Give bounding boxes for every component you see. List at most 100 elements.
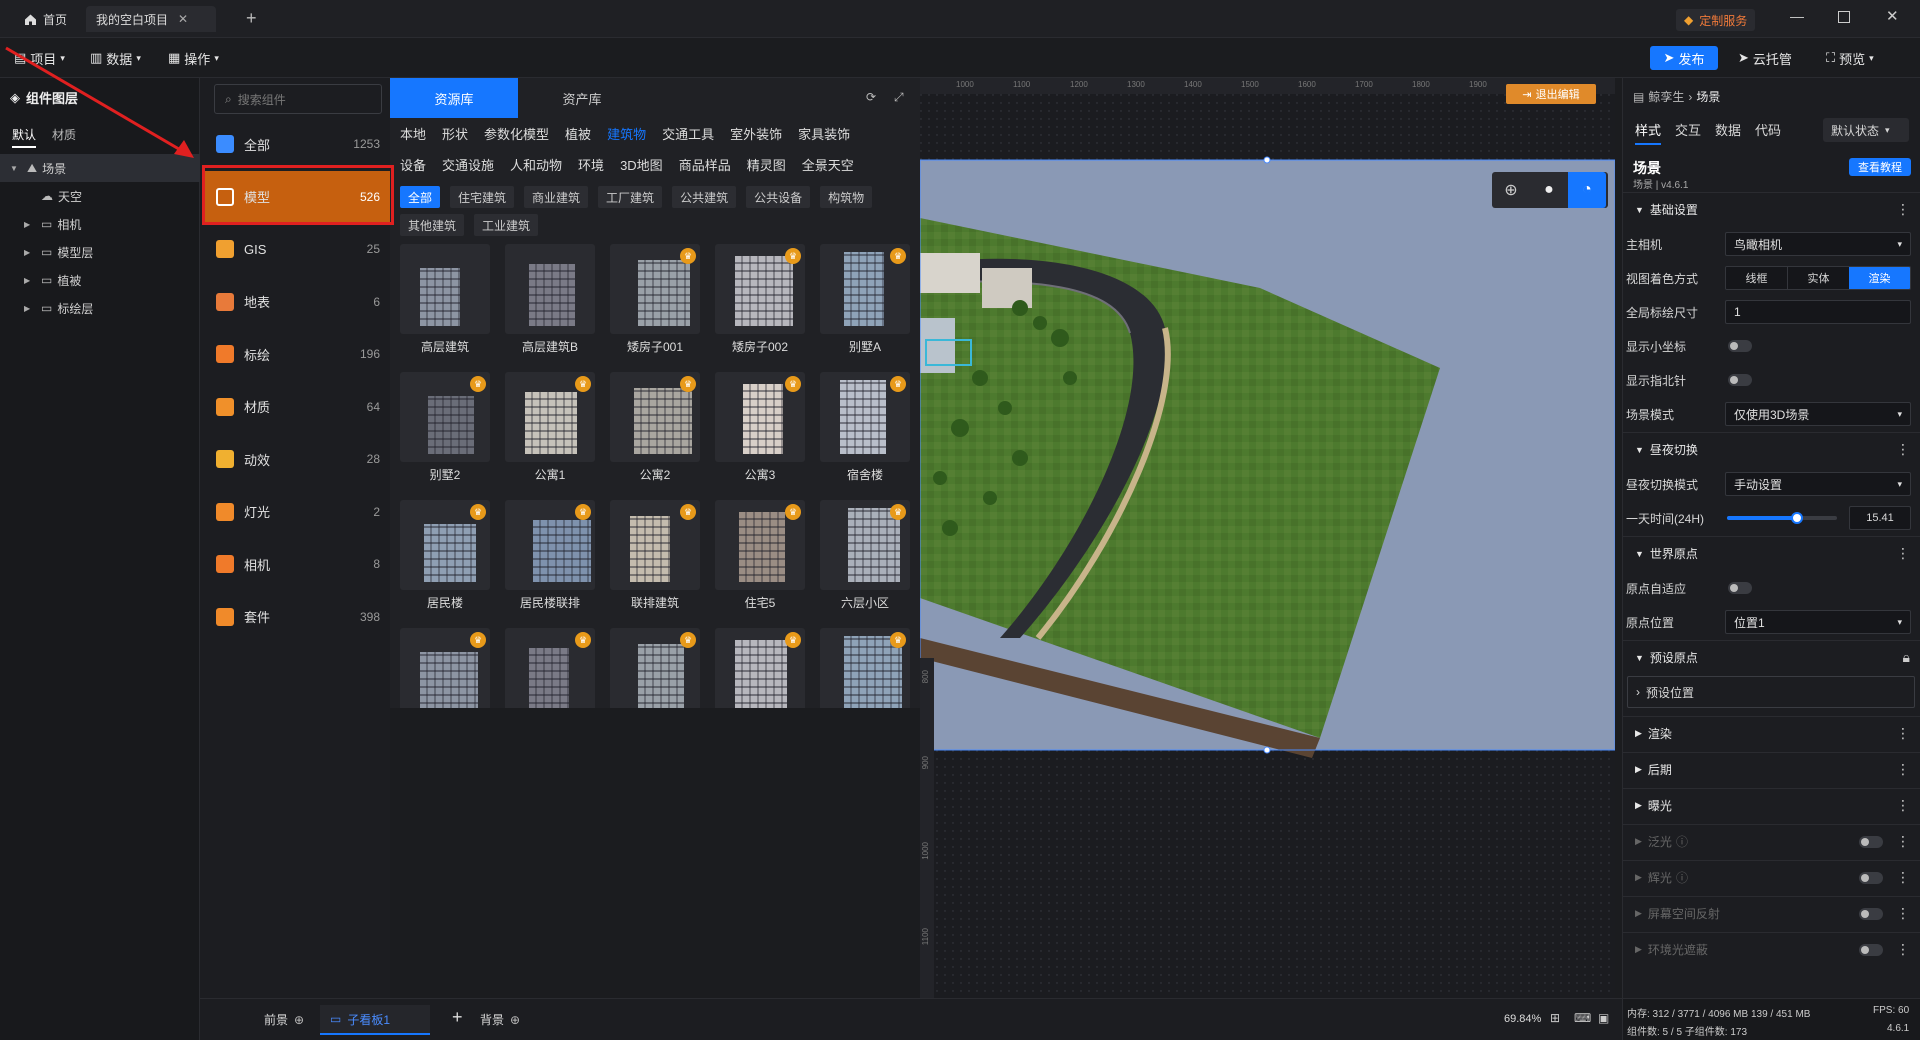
- new-tab-button[interactable]: +: [246, 8, 257, 29]
- exit-edit-button[interactable]: ⇥ 退出编辑: [1506, 84, 1596, 104]
- data-menu[interactable]: ▥ 数据 ▾: [90, 46, 141, 70]
- close-tab-icon[interactable]: ✕: [178, 12, 188, 26]
- category-item[interactable]: 标绘 196: [204, 328, 390, 380]
- tab-code[interactable]: 代码: [1755, 120, 1781, 145]
- daynight-mode-select[interactable]: 手动设置 ▾: [1725, 472, 1911, 496]
- model-card[interactable]: ♛ 住宅5: [715, 500, 805, 618]
- resource-subtab[interactable]: 商品样品: [679, 153, 731, 175]
- filter-chip[interactable]: 公共建筑: [672, 186, 737, 208]
- shading-render[interactable]: 渲染: [1849, 267, 1910, 289]
- day-time-slider-thumb[interactable]: [1791, 512, 1804, 524]
- model-card[interactable]: ♛ 别墅A: [820, 244, 910, 362]
- model-card[interactable]: ♛ 矮房子002: [715, 244, 805, 362]
- model-card[interactable]: ♛: [505, 628, 595, 708]
- terminal-icon[interactable]: ▣: [1598, 1011, 1609, 1025]
- filter-chip[interactable]: 构筑物: [820, 186, 873, 208]
- operation-menu[interactable]: ▦ 操作 ▾: [168, 46, 219, 70]
- scene-viewport[interactable]: 1000 1100 1200 1300 1400 1500 1600 1700 1800 1900…: [920, 78, 1615, 998]
- layer-tree-item[interactable]: ☁ 天空: [0, 182, 200, 210]
- keyboard-icon[interactable]: ⌨: [1574, 1011, 1591, 1025]
- model-card[interactable]: ♛ 矮房子001: [610, 244, 700, 362]
- origin-auto-toggle[interactable]: [1728, 582, 1752, 594]
- state-select[interactable]: 默认状态 ▾: [1823, 118, 1909, 142]
- category-item[interactable]: 全部 1253: [204, 118, 390, 170]
- custom-service-button[interactable]: ◆ 定制服务: [1676, 9, 1756, 31]
- home-tab[interactable]: 首页: [14, 6, 77, 32]
- main-camera-select[interactable]: 鸟瞰相机 ▾: [1725, 232, 1911, 256]
- add-board-button[interactable]: +: [452, 1007, 463, 1028]
- section-world-origin[interactable]: ▼ 世界原点 ⋮: [1623, 536, 1920, 570]
- filter-chip[interactable]: 全部: [400, 186, 441, 208]
- layer-tree-item[interactable]: ▼ ⛰ 场景: [0, 154, 200, 182]
- glow-toggle[interactable]: [1859, 872, 1883, 884]
- caret-right-icon[interactable]: ▶: [24, 248, 36, 257]
- resource-subtab[interactable]: 本地: [400, 122, 426, 144]
- front-layer-tab[interactable]: 前景 ⊕: [264, 1011, 304, 1028]
- scene-mode-select[interactable]: 仅使用3D场景 ▾: [1725, 402, 1911, 426]
- day-time-input[interactable]: 15.41: [1849, 506, 1911, 530]
- section-exposure[interactable]: ▶ 曝光 ⋮: [1623, 788, 1920, 822]
- layer-tree-item[interactable]: ▶ ▭ 相机: [0, 210, 200, 238]
- preset-position-row[interactable]: › 预设位置: [1627, 676, 1915, 708]
- resource-subtab[interactable]: 参数化模型: [484, 122, 549, 144]
- caret-down-icon[interactable]: ▼: [10, 164, 22, 173]
- model-card[interactable]: ♛ 公寓1: [505, 372, 595, 490]
- tutorial-button[interactable]: 查看教程: [1849, 158, 1911, 176]
- bloom-toggle[interactable]: [1859, 836, 1883, 848]
- global-scale-input[interactable]: 1: [1725, 300, 1911, 324]
- resource-subtab[interactable]: 交通设施: [442, 153, 494, 175]
- filter-chip[interactable]: 其他建筑: [400, 214, 465, 236]
- shading-solid[interactable]: 实体: [1787, 267, 1849, 289]
- category-item[interactable]: GIS 25: [204, 223, 390, 275]
- section-bloom[interactable]: ▶ 泛光 ⓘ ⋮: [1623, 824, 1920, 858]
- ssr-toggle[interactable]: [1859, 908, 1883, 920]
- resource-subtab[interactable]: 设备: [400, 153, 426, 175]
- section-daynight[interactable]: ▼ 昼夜切换 ⋮: [1623, 432, 1920, 466]
- minimize-icon[interactable]: —: [1790, 8, 1804, 24]
- resource-subtab[interactable]: 精灵图: [747, 153, 786, 175]
- category-item[interactable]: 相机 8: [204, 538, 390, 590]
- layer-tab-default[interactable]: 默认: [12, 126, 37, 148]
- filter-chip[interactable]: 住宅建筑: [450, 186, 515, 208]
- more-icon[interactable]: ⋮: [1896, 441, 1910, 458]
- more-icon[interactable]: ⋮: [1896, 201, 1910, 218]
- day-time-slider[interactable]: [1727, 512, 1837, 524]
- publish-button[interactable]: ➤ 发布: [1650, 46, 1718, 70]
- maximize-icon[interactable]: [1838, 11, 1850, 23]
- model-card[interactable]: ♛ 联排建筑: [610, 500, 700, 618]
- solid-icon[interactable]: ●: [1530, 181, 1568, 199]
- resource-subtab[interactable]: 形状: [442, 122, 468, 144]
- render-icon[interactable]: ◔: [1568, 172, 1606, 208]
- more-icon[interactable]: ⋮: [1896, 941, 1910, 958]
- model-card[interactable]: ♛: [400, 628, 490, 708]
- resource-subtab[interactable]: 3D地图: [620, 153, 663, 175]
- origin-pos-select[interactable]: 位置1 ▾: [1725, 610, 1911, 634]
- add-circle-icon[interactable]: ⊕: [294, 1013, 304, 1027]
- breadcrumb-user[interactable]: 鲸孪生: [1648, 88, 1684, 105]
- preview-button[interactable]: ⛶ 预览 ▾: [1826, 46, 1874, 70]
- layer-tree-item[interactable]: ▶ ▭ 植被: [0, 266, 200, 294]
- layer-tree-item[interactable]: ▶ ▭ 模型层: [0, 238, 200, 266]
- resource-subtab[interactable]: 交通工具: [662, 122, 714, 144]
- model-card[interactable]: ♛ 公寓2: [610, 372, 700, 490]
- resource-subtab[interactable]: 家具装饰: [798, 122, 850, 144]
- resource-subtab[interactable]: 室外装饰: [730, 122, 782, 144]
- more-icon[interactable]: ⋮: [1896, 725, 1910, 742]
- model-card[interactable]: ♛ 公寓3: [715, 372, 805, 490]
- tab-interaction[interactable]: 交互: [1675, 120, 1701, 145]
- filter-chip[interactable]: 公共设备: [746, 186, 811, 208]
- project-menu[interactable]: ▤ 项目 ▾: [14, 46, 65, 70]
- tab-resource-library[interactable]: 资源库: [390, 78, 518, 118]
- more-icon[interactable]: ⋮: [1896, 869, 1910, 886]
- more-icon[interactable]: ⋮: [1896, 545, 1910, 562]
- model-card[interactable]: ♛: [715, 628, 805, 708]
- expand-icon[interactable]: ⤢: [894, 90, 904, 105]
- model-card[interactable]: 高层建筑: [400, 244, 490, 362]
- category-item[interactable]: 模型 526: [204, 170, 390, 223]
- section-preset-origin[interactable]: ▼ 预设原点 🔒︎: [1623, 640, 1920, 674]
- more-icon[interactable]: ⋮: [1896, 797, 1910, 814]
- refresh-icon[interactable]: ⟳: [866, 90, 876, 104]
- section-basic[interactable]: ▼ 基础设置 ⋮: [1623, 192, 1920, 226]
- model-card[interactable]: ♛ 宿舍楼: [820, 372, 910, 490]
- layer-tree-item[interactable]: ▶ ▭ 标绘层: [0, 294, 200, 322]
